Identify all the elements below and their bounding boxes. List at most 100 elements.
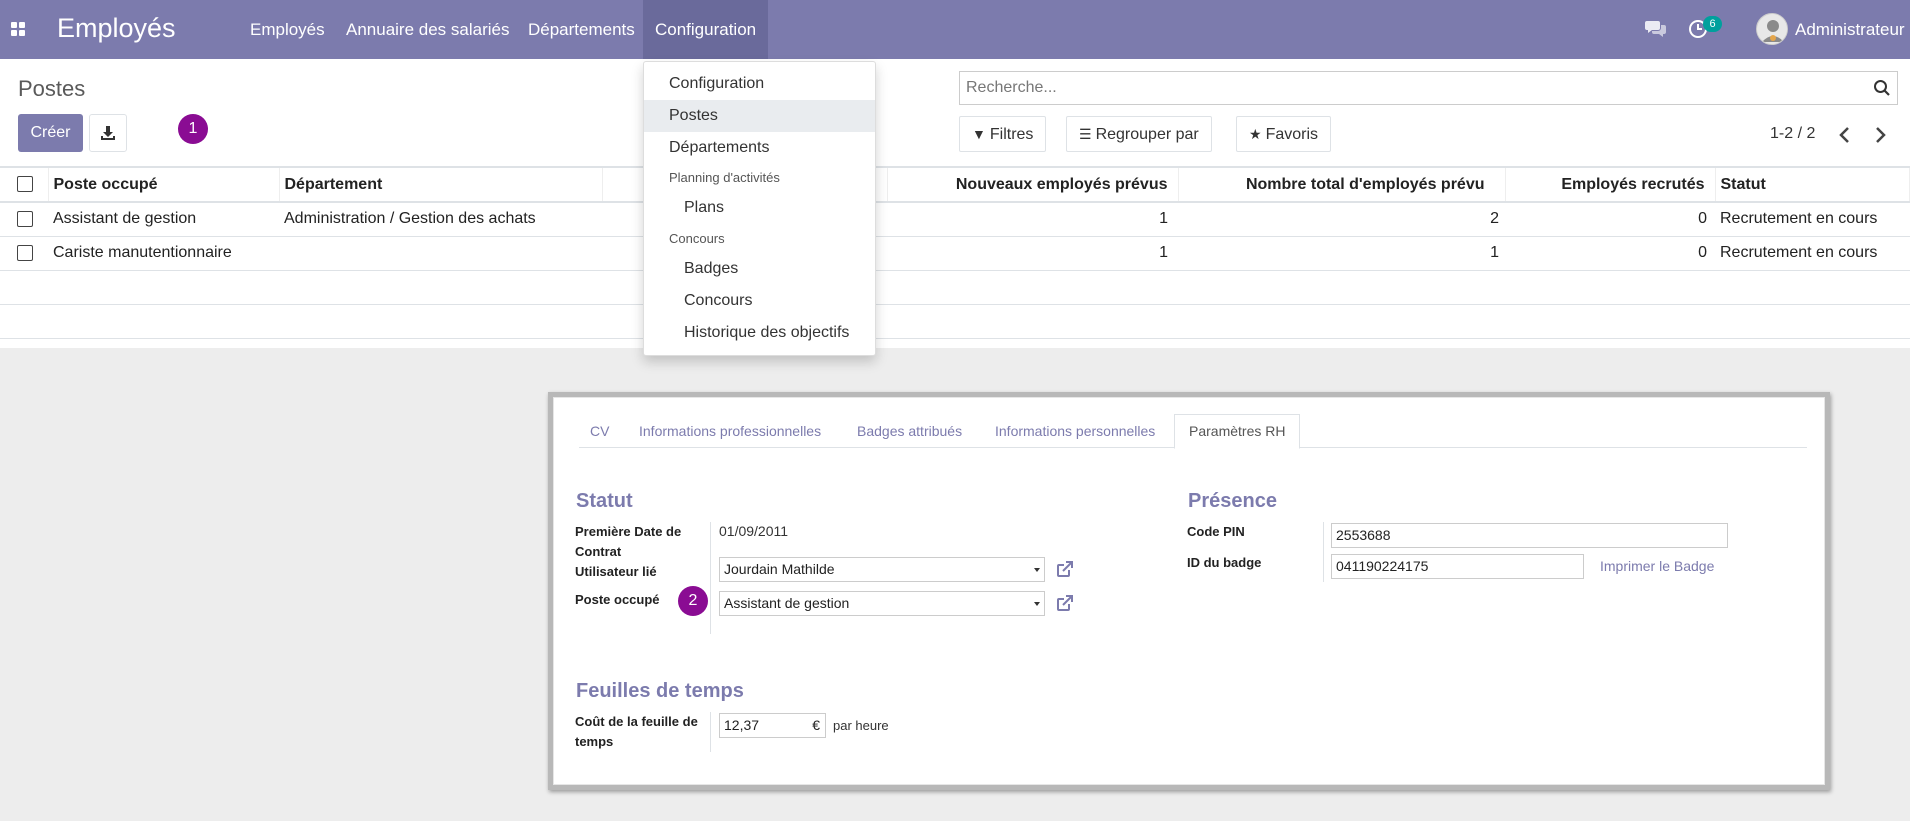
user-name[interactable]: Administrateur	[1795, 20, 1905, 40]
search-bar[interactable]	[959, 71, 1898, 105]
star-icon: ★	[1249, 126, 1262, 142]
code-pin-label: Code PIN	[1187, 524, 1245, 539]
cell-departement[interactable]	[279, 236, 602, 271]
empty-row	[0, 304, 1910, 339]
col-nouveaux[interactable]: Nouveaux employés prévus	[887, 166, 1179, 203]
poste-value: Assistant de gestion	[724, 595, 850, 611]
cost-value: 12,37	[724, 717, 760, 733]
row-select-cell[interactable]	[0, 236, 48, 271]
table-row[interactable]: Cariste manutentionnaire 1 1 0 Recruteme…	[0, 236, 1910, 271]
dropdown-item-historique[interactable]: Historique des objectifs	[644, 317, 875, 349]
cost-label: Coût de la feuille de temps	[575, 714, 698, 749]
employee-form-excerpt: CV Informations professionnelles Badges …	[548, 392, 1830, 790]
apps-menu-icon[interactable]	[11, 22, 25, 36]
external-link-icon[interactable]	[1055, 593, 1075, 613]
chevron-down-icon	[1034, 602, 1040, 606]
code-pin-field[interactable]: 2553688	[1331, 523, 1728, 548]
cell-statut[interactable]: Recrutement en cours	[1715, 202, 1910, 237]
app-title[interactable]: Employés	[57, 13, 176, 44]
configuration-dropdown: Configuration Postes Départements Planni…	[643, 61, 876, 356]
cell-recrutes[interactable]: 0	[1505, 202, 1715, 237]
col-poste[interactable]: Poste occupé	[48, 166, 280, 203]
dropdown-item-concours[interactable]: Concours	[644, 285, 875, 317]
cell-total[interactable]: 1	[1178, 236, 1505, 271]
tab-informations-personnelles[interactable]: Informations personnelles	[995, 423, 1155, 448]
dropdown-item-departements[interactable]: Départements	[644, 132, 875, 164]
menu-annuaire[interactable]: Annuaire des salariés	[334, 0, 521, 59]
create-button[interactable]: Créer	[18, 114, 83, 152]
tab-badges-attribues[interactable]: Badges attribués	[857, 423, 962, 448]
dropdown-item-badges[interactable]: Badges	[644, 253, 875, 285]
chevron-down-icon	[1034, 568, 1040, 572]
presence-label-divider	[1323, 522, 1324, 582]
cost-field[interactable]: 12,37 €	[719, 713, 826, 738]
external-link-icon[interactable]	[1055, 559, 1075, 579]
group-by-button[interactable]: ☰ Regrouper par	[1066, 116, 1212, 152]
utilisateur-label: Utilisateur lié	[575, 564, 657, 579]
select-all-cell[interactable]	[0, 166, 49, 203]
cell-recrutes[interactable]: 0	[1505, 236, 1715, 271]
select-all-checkbox[interactable]	[17, 176, 33, 193]
pager-previous-icon[interactable]	[1836, 125, 1854, 145]
download-icon	[101, 126, 115, 140]
dropdown-header-concours: Concours	[669, 231, 725, 246]
badge-id-label: ID du badge	[1187, 555, 1262, 570]
favorites-button[interactable]: ★ Favoris	[1236, 116, 1332, 152]
dropdown-item-plans[interactable]: Plans	[644, 192, 875, 224]
utilisateur-select[interactable]: Jourdain Mathilde	[719, 557, 1045, 582]
cell-departement[interactable]: Administration / Gestion des achats	[279, 202, 602, 237]
poste-select[interactable]: Assistant de gestion	[719, 591, 1045, 616]
search-input[interactable]	[960, 72, 1850, 104]
download-button[interactable]	[89, 114, 127, 152]
dropdown-item-configuration[interactable]: Configuration	[644, 68, 875, 100]
bars-icon: ☰	[1079, 126, 1092, 142]
table-header-row: Poste occupé Département Nouveaux employ…	[0, 166, 1910, 203]
cell-poste[interactable]: Cariste manutentionnaire	[48, 236, 279, 271]
list-view: Postes Créer 1 ▼Filtres ☰Regrouper par ★…	[0, 59, 1910, 348]
cell-nouveaux[interactable]: 1	[887, 202, 1178, 237]
favorites-label: Favoris	[1265, 126, 1319, 143]
cell-total[interactable]: 2	[1178, 202, 1505, 237]
dropdown-item-postes[interactable]: Postes	[644, 100, 875, 132]
empty-row	[0, 270, 1910, 305]
timesheet-section-title: Feuilles de temps	[576, 680, 744, 702]
badge-id-field[interactable]: 041190224175	[1331, 554, 1584, 579]
tab-cv[interactable]: CV	[590, 423, 609, 448]
premiere-date-value[interactable]: 01/09/2011	[719, 523, 788, 539]
statut-label-divider	[710, 522, 711, 634]
table-row[interactable]: Assistant de gestion Administration / Ge…	[0, 202, 1910, 237]
cell-nouveaux[interactable]: 1	[887, 236, 1178, 271]
statut-section-title: Statut	[576, 490, 633, 512]
col-departement[interactable]: Département	[279, 166, 603, 203]
row-checkbox[interactable]	[17, 211, 33, 228]
group-by-label: Regrouper par	[1095, 126, 1199, 143]
filters-button[interactable]: ▼ Filtres	[959, 116, 1047, 152]
cost-unit: par heure	[833, 718, 889, 733]
chat-icon[interactable]	[1645, 19, 1667, 37]
row-select-cell[interactable]	[0, 202, 48, 237]
step-badge-2: 2	[678, 586, 708, 616]
pager-value[interactable]: 1-2 / 2	[1770, 125, 1815, 143]
print-badge-link[interactable]: Imprimer le Badge	[1600, 558, 1714, 574]
col-total[interactable]: Nombre total d'employés prévu	[1178, 166, 1506, 203]
user-avatar[interactable]	[1756, 13, 1788, 45]
tab-parametres-rh[interactable]: Paramètres RH	[1174, 414, 1301, 449]
col-statut[interactable]: Statut	[1715, 166, 1910, 203]
menu-employes[interactable]: Employés	[238, 0, 337, 59]
row-checkbox[interactable]	[17, 244, 33, 261]
currency-symbol: €	[812, 717, 820, 733]
menu-configuration[interactable]: Configuration	[643, 0, 769, 59]
cell-poste[interactable]: Assistant de gestion	[48, 202, 279, 237]
positions-table: Poste occupé Département Nouveaux employ…	[0, 166, 1910, 339]
menu-departements[interactable]: Départements	[516, 0, 647, 59]
col-recrutes[interactable]: Employés recrutés	[1505, 166, 1716, 203]
tab-informations-professionnelles[interactable]: Informations professionnelles	[639, 423, 821, 448]
pager-next-icon[interactable]	[1871, 125, 1889, 145]
premiere-date-label: Première Date de Contrat	[575, 524, 682, 559]
filters-label: Filtres	[989, 126, 1034, 143]
search-icon[interactable]	[1873, 79, 1891, 97]
filter-icon: ▼	[972, 126, 986, 142]
cell-statut[interactable]: Recrutement en cours	[1715, 236, 1910, 271]
step-badge-1: 1	[178, 114, 208, 144]
poste-label: Poste occupé	[575, 592, 660, 607]
